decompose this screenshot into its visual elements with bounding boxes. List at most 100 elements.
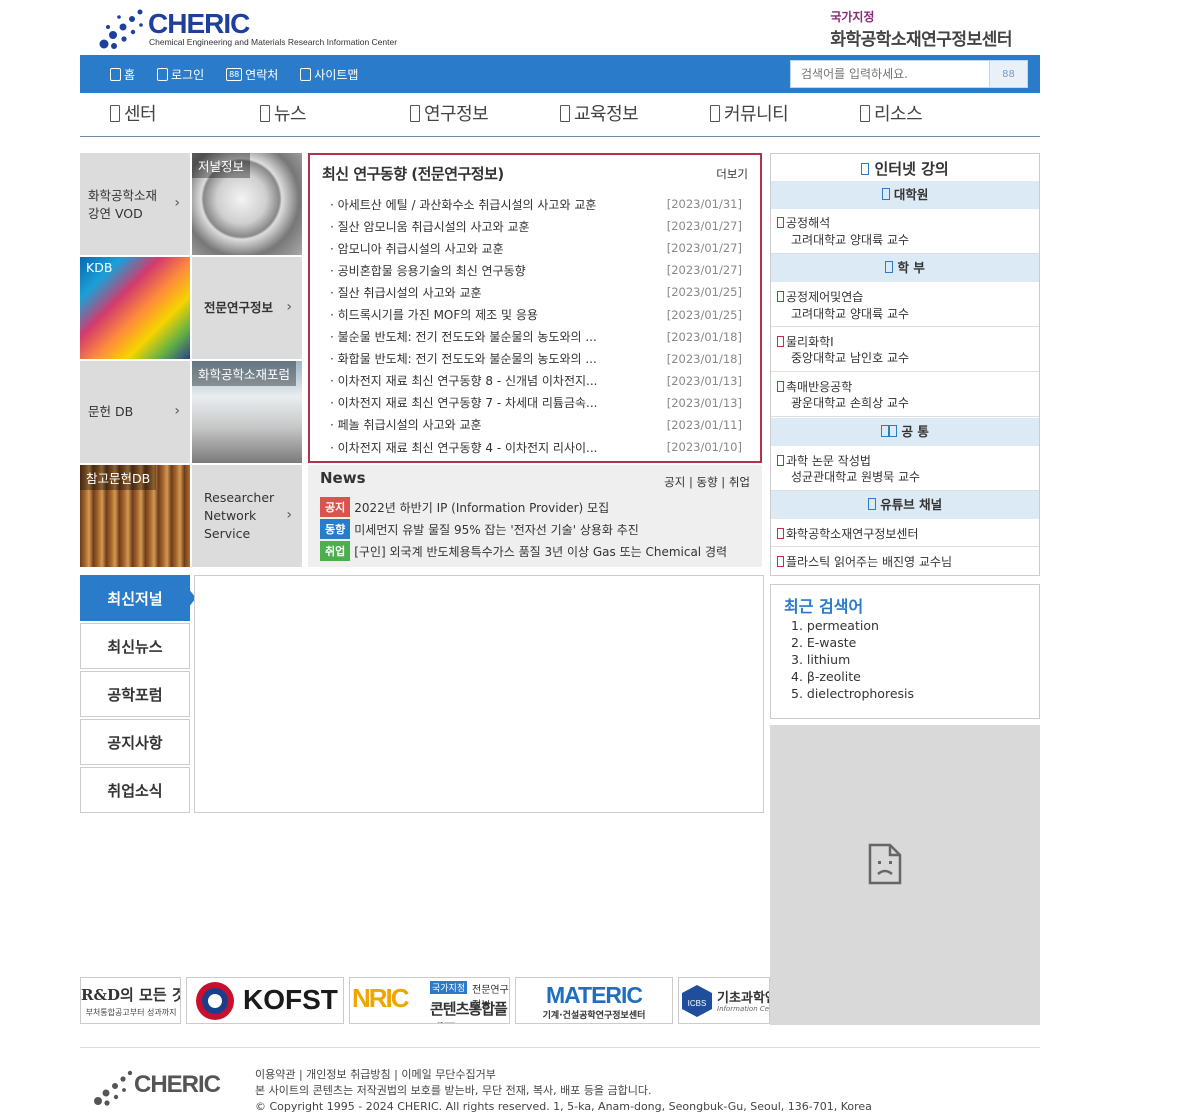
more-link[interactable]: 더보기	[716, 166, 748, 182]
list-item[interactable]: · 질산 암모니움 취급시설의 사고와 교훈 [2023/01/27]	[330, 215, 742, 237]
list-item[interactable]: · 불순물 반도체: 전기 전도도와 불순물의 농도와의 ... [2023/01…	[330, 326, 742, 348]
cheric-logo[interactable]: CHERIC Chemical Engineering and Material…	[96, 6, 416, 50]
youtube-item[interactable]: 화학공학소재연구정보센터	[771, 519, 1039, 547]
tile-forum[interactable]: 화학공학소재포럼	[192, 361, 302, 463]
channel-name: 화학공학소재연구정보센터	[786, 527, 919, 541]
tile-doc-db[interactable]: 문헌 DB ›	[80, 361, 190, 463]
tile-ref-db[interactable]: 참고문헌DB	[80, 465, 190, 567]
item-title: · 화합물 반도체: 전기 전도도와 불순물의 농도와의 ...	[330, 352, 597, 367]
item-title: · 이차전지 재료 최신 연구동향 7 - 차세대 리튬금속...	[330, 396, 598, 411]
top-utility-bar: 홈 로그인 88연락처 사이트맵 88	[80, 55, 1040, 93]
search-input[interactable]	[791, 61, 989, 87]
tile-expert-label: 전문연구정보	[204, 300, 274, 315]
search-term[interactable]: 1. permeation	[791, 618, 914, 635]
list-item[interactable]: · 이차전지 재료 최신 연구동향 4 - 이차전지 리사이... [2023/0…	[330, 436, 742, 458]
item-date: [2023/01/18]	[666, 351, 742, 366]
tab-latest-news[interactable]: 최신뉴스	[80, 623, 190, 669]
news-row[interactable]: 공지 2022년 하반기 IP (Information Provider) 모집	[320, 497, 609, 517]
banner-nric[interactable]: NRIC 국가지정 전문연구정보 콘텐츠통합플랫폼	[349, 977, 510, 1024]
status-badge: 취업	[320, 541, 351, 561]
tile-journal[interactable]: 저널정보	[192, 153, 302, 255]
news-row[interactable]: 동향 미세먼지 유발 물질 95% 잡는 '전자선 기술' 상용화 추진	[320, 519, 639, 539]
tab-jobs[interactable]: 취업소식	[80, 767, 190, 813]
internet-lectures-panel: 인터넷 강의 대학원 공정해석 고려대학교 양대륙 교수 학 부 공정제어및연습…	[770, 153, 1040, 576]
news-row[interactable]: 취업 [구인] 외국계 반도체용특수가스 품질 3년 이상 Gas 또는 Chem…	[320, 541, 727, 561]
lecture-item[interactable]: 과학 논문 작성법 성균관대학교 원병묵 교수	[771, 446, 1039, 491]
search-term[interactable]: 4. β-zeolite	[791, 669, 914, 686]
common-icon	[881, 425, 890, 437]
list-item[interactable]: · 질산 취급시설의 사고와 교훈 [2023/01/25]	[330, 281, 742, 303]
item-date: [2023/01/25]	[666, 285, 742, 300]
search-button[interactable]: 88	[989, 61, 1027, 87]
lecture-item[interactable]: 촉매반응공학 광운대학교 손희상 교수	[771, 372, 1039, 417]
tab-notices[interactable]: 공지사항	[80, 719, 190, 765]
lecture-item[interactable]: 공정해석 고려대학교 양대륙 교수	[771, 209, 1039, 254]
recent-searches-panel: 최근 검색어 1. permeation 2. E-waste 3. lithi…	[770, 584, 1040, 719]
tile-expert-research[interactable]: 전문연구정보 ›	[192, 257, 302, 359]
tile-doc-db-label: 문헌 DB	[88, 404, 134, 419]
list-item[interactable]: · 히드록시기를 가진 MOF의 제조 및 응용 [2023/01/25]	[330, 303, 742, 325]
nav-news[interactable]: 뉴스	[260, 100, 307, 126]
journal-content-box	[194, 575, 764, 813]
broken-image-icon	[868, 843, 902, 885]
sitemap-link[interactable]: 사이트맵	[300, 66, 358, 83]
list-item[interactable]: · 아세트산 에틸 / 과산화수소 취급시설의 사고와 교훈 [2023/01/3…	[330, 193, 742, 215]
list-item[interactable]: · 이차전지 재료 최신 연구동향 8 - 신개념 이차전지... [2023/0…	[330, 370, 742, 392]
search-term[interactable]: 3. lithium	[791, 652, 914, 669]
logo-wordmark: CHERIC	[148, 8, 250, 39]
tile-kdb[interactable]: KDB	[80, 257, 190, 359]
banner-icbs[interactable]: ICBS 기초과학연 Information Cente	[678, 977, 770, 1024]
course-name: 공정해석	[786, 216, 831, 230]
research-trends-panel: 최신 연구동향 (전문연구정보) 더보기 · 아세트산 에틸 / 과산화수소 취…	[308, 153, 762, 463]
item-date: [2023/01/10]	[666, 440, 742, 455]
materic-sub: 기계·건설공학연구정보센터	[542, 1011, 646, 1021]
list-item[interactable]: · 공비혼합물 응용기술의 최신 연구동향 [2023/01/27]	[330, 259, 742, 281]
course-name: 과학 논문 작성법	[786, 454, 871, 468]
lecture-item[interactable]: 공정제어및연습 고려대학교 양대륙 교수	[771, 282, 1039, 327]
search-term[interactable]: 2. E-waste	[791, 635, 914, 652]
lectures-title-text: 인터넷 강의	[874, 160, 949, 178]
nav-community[interactable]: 커뮤니티	[710, 100, 789, 126]
footer-logo-wordmark: CHERIC	[134, 1071, 221, 1098]
list-item[interactable]: · 페놀 취급시설의 사고와 교훈 [2023/01/11]	[330, 414, 742, 436]
footer-notice: 본 사이트의 콘텐츠는 저작권법의 보호를 받는바, 무단 전재, 복사, 배포…	[255, 1084, 652, 1097]
nav-center-icon	[110, 104, 120, 122]
tile-researcher-network[interactable]: Researcher Network Service ›	[192, 465, 302, 567]
footer-links[interactable]: 이용약관 | 개인정보 취급방침 | 이메일 무단수집거부	[255, 1067, 872, 1083]
nav-resources[interactable]: 리소스	[860, 100, 923, 126]
category-youtube: 유튜브 채널	[771, 491, 1039, 519]
list-item[interactable]: · 화합물 반도체: 전기 전도도와 불순물의 농도와의 ... [2023/01…	[330, 348, 742, 370]
news-tabs[interactable]: 공지 | 동향 | 취업	[664, 474, 750, 490]
banner-rnd[interactable]: R&D의 모든 것! 부처통합공고부터 성과까지	[80, 977, 181, 1024]
news-text: [구인] 외국계 반도체용특수가스 품질 3년 이상 Gas 또는 Chemic…	[354, 544, 728, 559]
lecture-item-icon	[777, 291, 784, 302]
banner-materic[interactable]: MATERIC 기계·건설공학연구정보센터	[515, 977, 673, 1024]
status-badge: 공지	[320, 497, 351, 517]
icbs-title: 기초과학연	[717, 991, 769, 1006]
professor-name: 중앙대학교 남인호 교수	[791, 351, 910, 365]
lecture-item[interactable]: 물리화학I 중앙대학교 남인호 교수	[771, 327, 1039, 372]
news-panel: News 공지 | 동향 | 취업 공지 2022년 하반기 IP (Inform…	[308, 465, 762, 567]
nav-research[interactable]: 연구정보	[410, 100, 489, 126]
tab-latest-journals[interactable]: 최신저널	[80, 575, 190, 621]
nav-education[interactable]: 교육정보	[560, 100, 639, 126]
item-date: [2023/01/11]	[666, 417, 742, 432]
banner-kofst[interactable]: KOFST	[186, 977, 344, 1024]
common-icon	[889, 425, 898, 437]
category-undergrad: 학 부	[771, 254, 1039, 282]
category-undergrad-label: 학 부	[897, 260, 925, 275]
logo-dots-icon	[99, 9, 143, 49]
home-link[interactable]: 홈	[110, 66, 135, 83]
kofst-wordmark: KOFST	[243, 984, 338, 1015]
nav-center[interactable]: 센터	[110, 100, 157, 126]
list-item[interactable]: · 이차전지 재료 최신 연구동향 7 - 차세대 리튬금속... [2023/0…	[330, 392, 742, 414]
search-term[interactable]: 5. dielectrophoresis	[791, 686, 914, 703]
nav-education-icon	[560, 104, 570, 122]
tile-vod[interactable]: 화학공학소재 강연 VOD ›	[80, 153, 190, 255]
list-item[interactable]: · 암모니아 취급시설의 사고와 교훈 [2023/01/27]	[330, 237, 742, 259]
icbs-sub: Information Cente	[717, 1005, 770, 1013]
contact-link[interactable]: 88 연락처	[226, 66, 278, 83]
youtube-item[interactable]: 플라스틱 읽어주는 배진영 교수님	[771, 547, 1039, 575]
login-link[interactable]: 로그인	[157, 66, 204, 83]
tab-engineering-forum[interactable]: 공학포럼	[80, 671, 190, 717]
